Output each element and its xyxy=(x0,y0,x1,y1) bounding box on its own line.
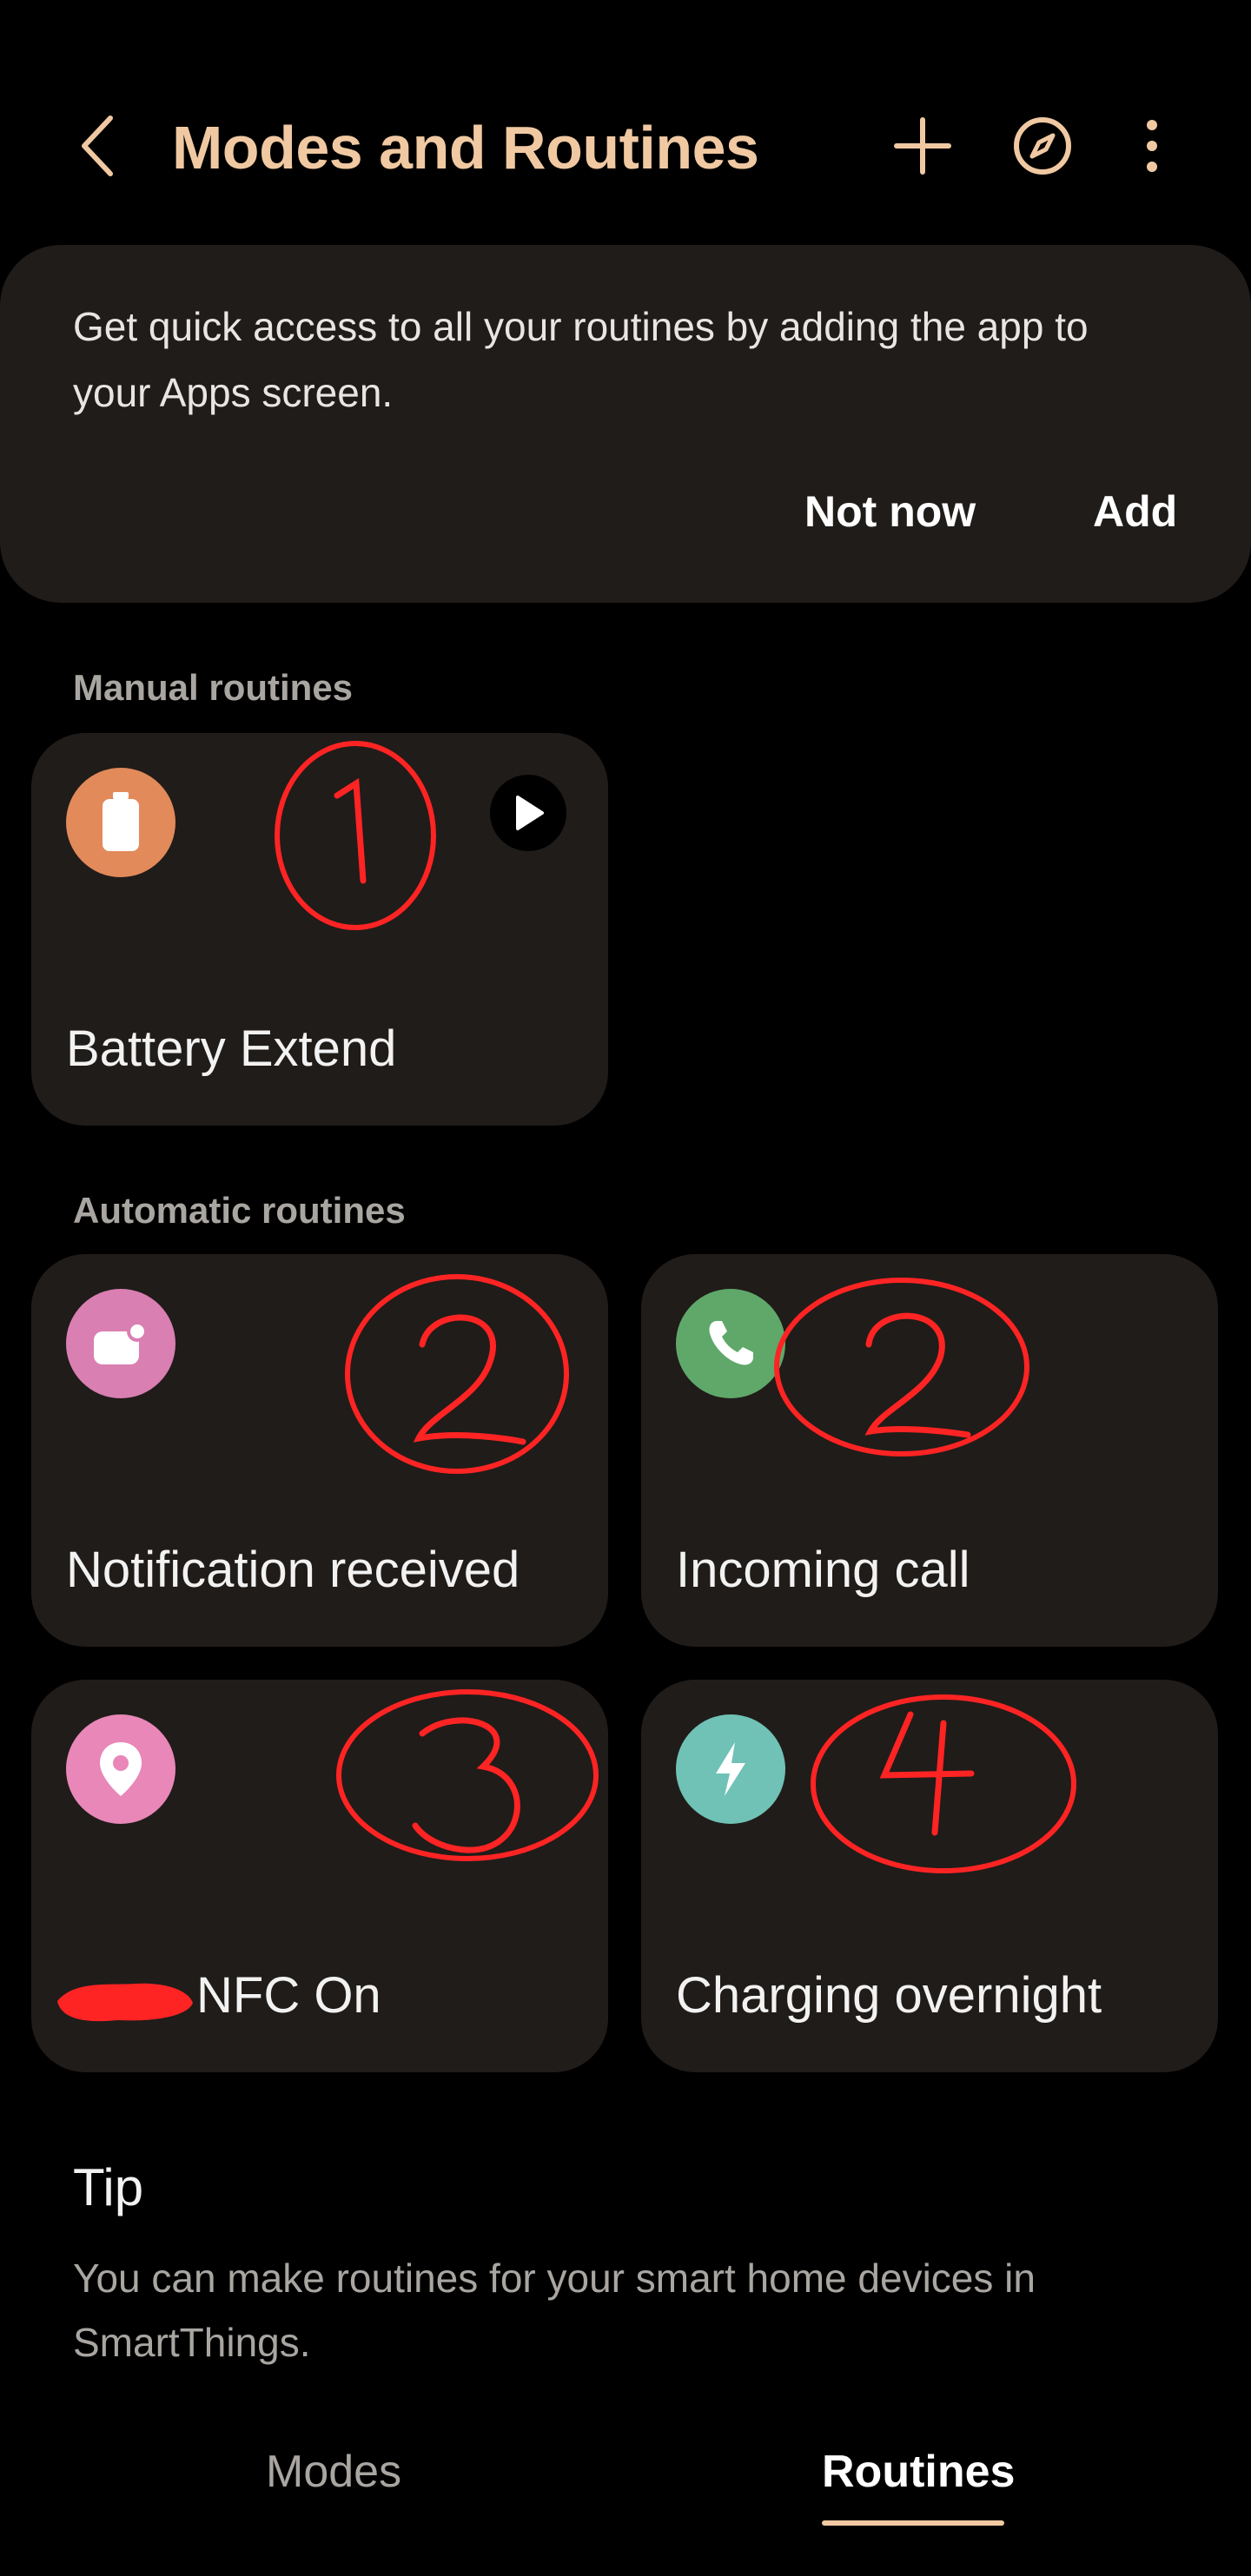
redacted-text-mark xyxy=(57,1983,193,2022)
page-title: Modes and Routines xyxy=(172,114,759,182)
compass-icon xyxy=(1014,117,1071,175)
more-vertical-icon xyxy=(1147,120,1157,172)
not-now-button[interactable]: Not now xyxy=(804,486,976,537)
battery-icon xyxy=(66,768,175,877)
annotation-circle-2 xyxy=(345,1274,569,1474)
annotation-circle-4 xyxy=(811,1694,1076,1873)
tab-routines[interactable]: Routines xyxy=(822,2446,1015,2498)
tab-modes[interactable]: Modes xyxy=(266,2446,401,2498)
routine-card-charging-overnight[interactable]: Charging overnight xyxy=(641,1680,1218,2072)
lightning-icon xyxy=(676,1714,785,1824)
top-app-bar: Modes and Routines xyxy=(0,87,1251,208)
routine-card-battery-extend[interactable]: Battery Extend xyxy=(31,733,608,1126)
routine-card-nfc-on[interactable]: NFC On xyxy=(31,1680,608,2072)
add-to-apps-card: Get quick access to all your routines by… xyxy=(0,245,1251,603)
annotation-circle-3 xyxy=(336,1689,599,1861)
automatic-routines-header: Automatic routines xyxy=(73,1190,406,1231)
notification-icon xyxy=(66,1289,175,1398)
discover-button[interactable] xyxy=(1008,111,1077,181)
tip-title: Tip xyxy=(73,2158,144,2216)
plus-icon xyxy=(894,117,951,175)
back-button[interactable] xyxy=(63,111,132,181)
annotation-circle-2b xyxy=(774,1278,1029,1456)
more-options-button[interactable] xyxy=(1117,111,1187,181)
chevron-left-icon xyxy=(82,116,113,176)
add-button[interactable]: Add xyxy=(1093,486,1177,537)
routine-card-incoming-call[interactable]: Incoming call xyxy=(641,1254,1218,1647)
routine-label: Charging overnight xyxy=(676,1967,1102,2024)
manual-routines-header: Manual routines xyxy=(73,667,354,708)
routine-label: NFC On xyxy=(196,1967,381,2024)
play-routine-button[interactable] xyxy=(490,775,566,851)
add-to-apps-message: Get quick access to all your routines by… xyxy=(73,304,1089,415)
tip-text: You can make routines for your smart hom… xyxy=(73,2256,1036,2365)
routine-label: Incoming call xyxy=(676,1542,970,1598)
play-icon xyxy=(516,796,544,830)
routine-label: Battery Extend xyxy=(66,1020,397,1077)
selected-tab-indicator xyxy=(822,2520,1004,2526)
routine-label: Notification received xyxy=(66,1542,520,1598)
add-routine-button[interactable] xyxy=(888,111,957,181)
routine-card-notification-received[interactable]: Notification received xyxy=(31,1254,608,1647)
phone-icon xyxy=(676,1289,785,1398)
location-pin-icon xyxy=(66,1714,175,1824)
annotation-circle-1 xyxy=(275,741,436,930)
